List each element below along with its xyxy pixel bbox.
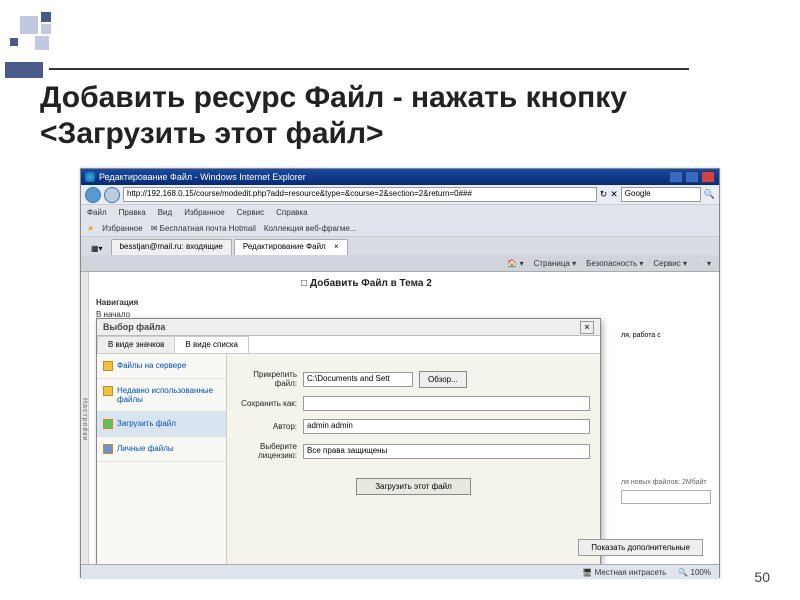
forward-button[interactable] bbox=[104, 187, 120, 203]
menu-edit[interactable]: Правка bbox=[119, 208, 146, 217]
right-fragment: ля, работа с ля новых файлов: 2Мбайт bbox=[621, 332, 711, 504]
slide-decoration bbox=[5, 12, 205, 77]
search-input[interactable]: Google bbox=[621, 187, 701, 202]
picker-title: Выбор файла bbox=[103, 322, 165, 332]
close-button[interactable] bbox=[701, 171, 715, 183]
picker-sidebar: Файлы на сервере Недавно использованные … bbox=[97, 354, 227, 564]
home-button[interactable]: 🏠 ▾ bbox=[507, 259, 523, 268]
back-button[interactable] bbox=[85, 187, 101, 203]
menu-help[interactable]: Справка bbox=[276, 208, 307, 217]
slide-title: Добавить ресурс Файл - нажать кнопку <За… bbox=[40, 80, 760, 152]
browser-tabs: ▦▾ besstjan@mail.ru: входящие Редактиров… bbox=[81, 237, 719, 255]
maximize-button[interactable] bbox=[685, 171, 699, 183]
browser-tab-editing[interactable]: Редактирование Файл × bbox=[234, 239, 348, 255]
attach-input[interactable]: C:\Documents and Sett bbox=[303, 372, 413, 387]
stop-icon[interactable]: ✕ bbox=[610, 189, 618, 200]
window-title: Редактирование Файл - Windows Internet E… bbox=[99, 172, 306, 182]
author-input[interactable]: admin admin bbox=[303, 419, 590, 434]
favorites-icon[interactable]: ★ bbox=[87, 224, 94, 233]
repo-upload-file[interactable]: Загрузить файл bbox=[97, 412, 226, 437]
tab-close-icon[interactable]: × bbox=[334, 242, 339, 251]
folder-icon bbox=[103, 386, 113, 396]
help-icon[interactable]: ❔▾ bbox=[697, 259, 711, 268]
page-content: Настройки Добавить Файл в Тема 2 Навигац… bbox=[81, 272, 719, 564]
license-label: Выберите лицензию: bbox=[237, 442, 297, 460]
menu-bar: Файл Правка Вид Избранное Сервис Справка bbox=[81, 205, 719, 220]
tab-list-icon[interactable]: ▦▾ bbox=[85, 242, 109, 255]
tools-menu[interactable]: Сервис ▾ bbox=[653, 259, 687, 268]
view-list-tab[interactable]: В виде списка bbox=[174, 336, 249, 353]
nav-block-title: Навигация bbox=[96, 298, 195, 307]
fav-hotmail[interactable]: ✉ Бесплатная почта Hotmail bbox=[151, 224, 256, 233]
saveas-label: Сохранить как: bbox=[237, 399, 297, 408]
page-menu[interactable]: Страница ▾ bbox=[534, 259, 577, 268]
repo-recent-files[interactable]: Недавно использованные файлы bbox=[97, 379, 226, 412]
picker-form: Прикрепить файл: C:\Documents and Sett О… bbox=[227, 354, 600, 564]
status-bar: 🖥 Местная интрасеть 🔍 100% bbox=[81, 564, 719, 579]
url-input[interactable]: http://192.168.0.15/course/modedit.php?a… bbox=[123, 187, 597, 202]
repo-server-files[interactable]: Файлы на сервере bbox=[97, 354, 226, 379]
saveas-input[interactable] bbox=[303, 396, 590, 411]
folder-icon bbox=[103, 361, 113, 371]
view-icons-tab[interactable]: В виде значков bbox=[97, 336, 175, 353]
file-picker-dialog: Выбор файла × В виде значков В виде спис… bbox=[96, 318, 601, 564]
browser-tab-mail[interactable]: besstjan@mail.ru: входящие bbox=[111, 239, 232, 255]
page-heading: Добавить Файл в Тема 2 bbox=[301, 278, 432, 289]
favorites-label[interactable]: Избранное bbox=[102, 224, 143, 233]
upload-icon bbox=[103, 419, 113, 429]
attach-label: Прикрепить файл: bbox=[237, 370, 297, 388]
ie-icon bbox=[85, 172, 95, 182]
security-menu[interactable]: Безопасность ▾ bbox=[586, 259, 643, 268]
command-bar: 🏠 ▾ Страница ▾ Безопасность ▾ Сервис ▾ ❔… bbox=[81, 255, 719, 272]
menu-favorites[interactable]: Избранное bbox=[184, 208, 225, 217]
fav-gallery[interactable]: Коллекция веб-фрагме... bbox=[264, 224, 357, 233]
browser-window: Редактирование Файл - Windows Internet E… bbox=[80, 168, 720, 578]
user-folder-icon bbox=[103, 444, 113, 454]
favorites-bar: ★ Избранное ✉ Бесплатная почта Hotmail К… bbox=[81, 220, 719, 237]
picker-close-icon[interactable]: × bbox=[580, 321, 594, 334]
settings-sidebar[interactable]: Настройки bbox=[81, 272, 89, 564]
upload-submit-button[interactable]: Загрузить этот файл bbox=[356, 478, 471, 495]
menu-tools[interactable]: Сервис bbox=[237, 208, 264, 217]
menu-view[interactable]: Вид bbox=[158, 208, 172, 217]
security-zone: 🖥 Местная интрасеть bbox=[582, 568, 666, 577]
license-select[interactable]: Все права защищены bbox=[303, 444, 590, 459]
zoom-level[interactable]: 🔍 100% bbox=[678, 568, 711, 577]
refresh-icon[interactable]: ↻ bbox=[600, 189, 608, 200]
search-icon[interactable]: 🔍 bbox=[704, 189, 715, 200]
minimize-button[interactable] bbox=[669, 171, 683, 183]
address-bar-row: http://192.168.0.15/course/modedit.php?a… bbox=[81, 185, 719, 205]
slide-page-number: 50 bbox=[754, 569, 770, 585]
menu-file[interactable]: Файл bbox=[87, 208, 107, 217]
repo-private-files[interactable]: Личные файлы bbox=[97, 437, 226, 462]
author-label: Автор: bbox=[237, 422, 297, 431]
browse-button[interactable]: Обзор... bbox=[419, 371, 467, 388]
window-titlebar: Редактирование Файл - Windows Internet E… bbox=[81, 169, 719, 185]
show-more-button[interactable]: Показать дополнительные bbox=[578, 539, 703, 556]
